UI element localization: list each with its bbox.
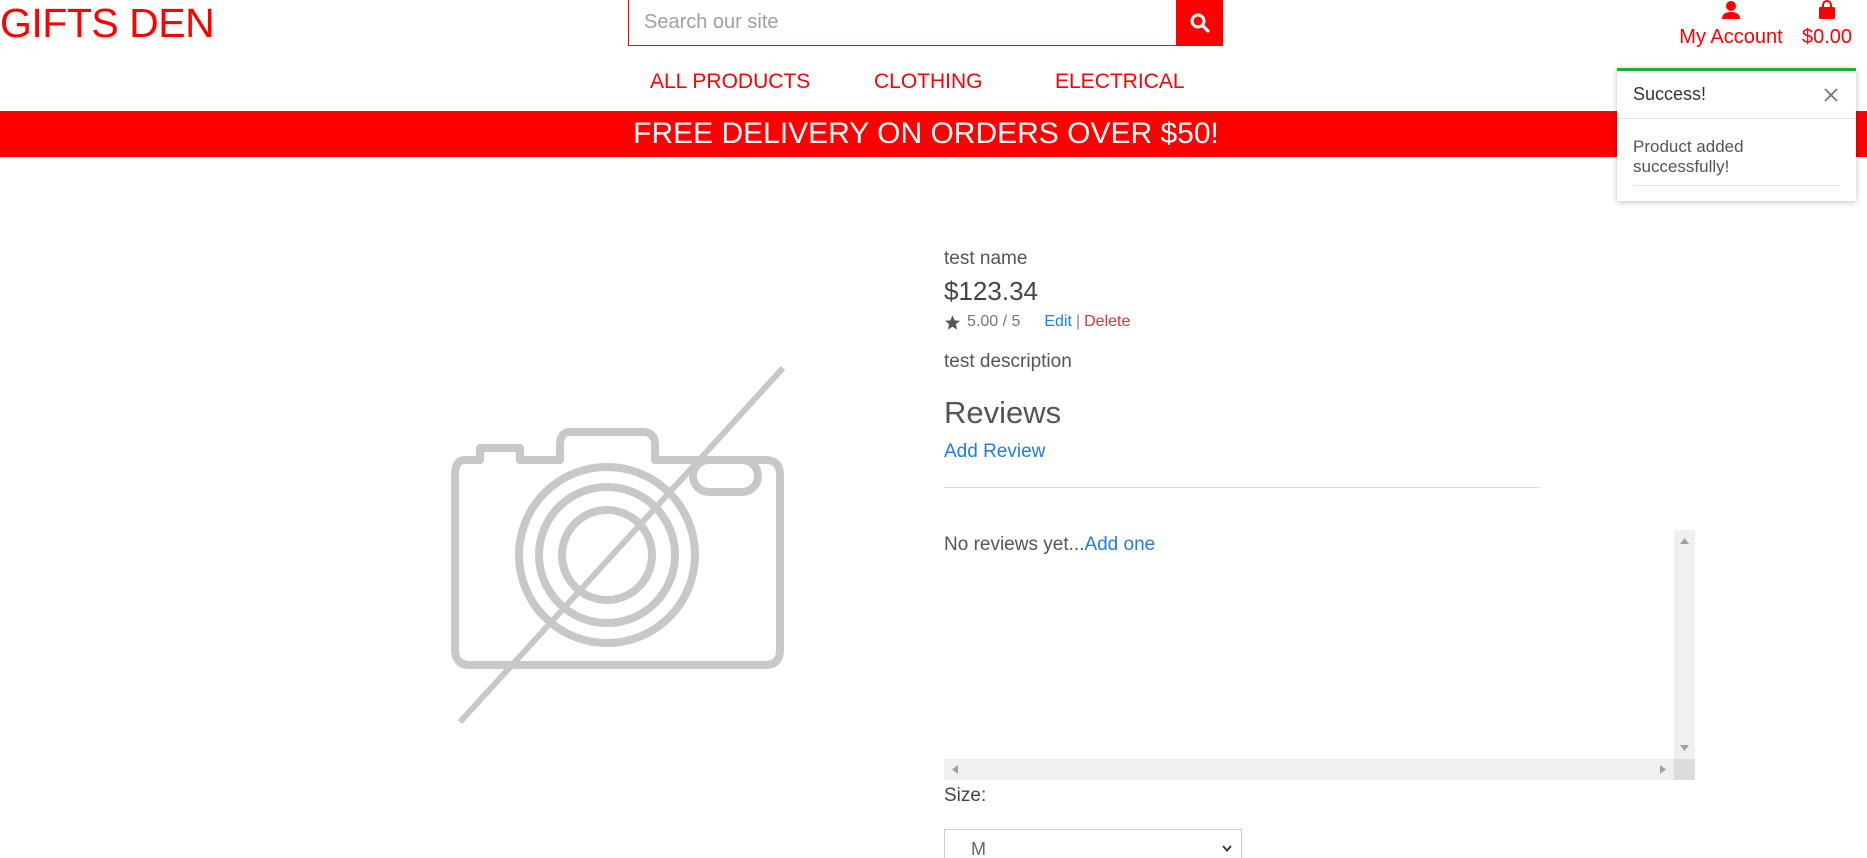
scroll-up-icon[interactable] [1680,538,1689,544]
scroll-down-icon[interactable] [1680,745,1689,751]
success-toast: Success! Product added successfully! [1617,68,1856,201]
delivery-banner-text: FREE DELIVERY ON ORDERS OVER $50! [633,117,1219,150]
search-icon [1190,13,1210,33]
size-label: Size: [944,785,987,806]
horizontal-scrollbar[interactable] [944,759,1674,780]
nav-electrical[interactable]: ELECTRICAL [1055,70,1185,94]
no-image-camera-icon [451,365,786,725]
my-account-link[interactable]: My Account [1676,0,1786,50]
scroll-right-icon[interactable] [1660,765,1666,774]
vertical-scrollbar[interactable] [1674,530,1695,759]
nav-clothing[interactable]: CLOTHING [874,70,983,94]
size-select[interactable]: M [944,829,1242,858]
divider [944,487,1540,488]
edit-product-link[interactable]: Edit [1044,313,1072,331]
delivery-banner: FREE DELIVERY ON ORDERS OVER $50! [0,111,1867,157]
my-account-label: My Account [1679,26,1783,48]
delete-product-link[interactable]: Delete [1084,313,1130,331]
reviews-list: No reviews yet...Add one [944,530,1674,759]
add-one-link[interactable]: Add one [1084,534,1155,555]
cart-link[interactable]: $0.00 [1796,0,1858,50]
product-rating: 5.00 / 5 [967,313,1021,330]
user-icon [1722,1,1740,19]
nav-all-products[interactable]: ALL PRODUCTS [650,70,810,94]
link-separator: | [1075,313,1081,330]
product-price: $123.34 [944,276,1038,306]
reviews-heading: Reviews [944,395,1062,430]
product-details: test name $123.34 5.00 / 5 Edit | Delete… [944,248,1689,488]
chevron-down-icon [1222,845,1232,852]
reviews-scroll-area[interactable]: No reviews yet...Add one [944,530,1695,780]
product-description: test description [944,351,1072,372]
toast-body: Product added successfully! [1617,119,1856,186]
rating-row: 5.00 / 5 Edit | Delete [944,313,1689,331]
scroll-left-icon[interactable] [952,765,958,774]
cart-total: $0.00 [1801,26,1853,48]
search-input[interactable] [628,0,1177,46]
search-button[interactable] [1177,0,1223,46]
search-form [628,0,1223,46]
product-name: test name [944,248,1028,269]
no-reviews-text: No reviews yet... [944,534,1085,555]
star-icon [945,314,960,330]
scrollbar-corner [1674,759,1695,780]
main-nav: ALL PRODUCTS CLOTHING ELECTRICAL [0,70,1867,98]
toast-message: Product added successfully! [1633,137,1840,186]
toast-title: Success! [1633,84,1707,104]
add-review-link[interactable]: Add Review [944,441,1689,463]
close-icon[interactable] [1822,86,1840,104]
toast-header: Success! [1617,71,1856,119]
site-logo[interactable]: GIFTS DEN [0,0,215,46]
shopping-bag-icon [1819,0,1835,19]
